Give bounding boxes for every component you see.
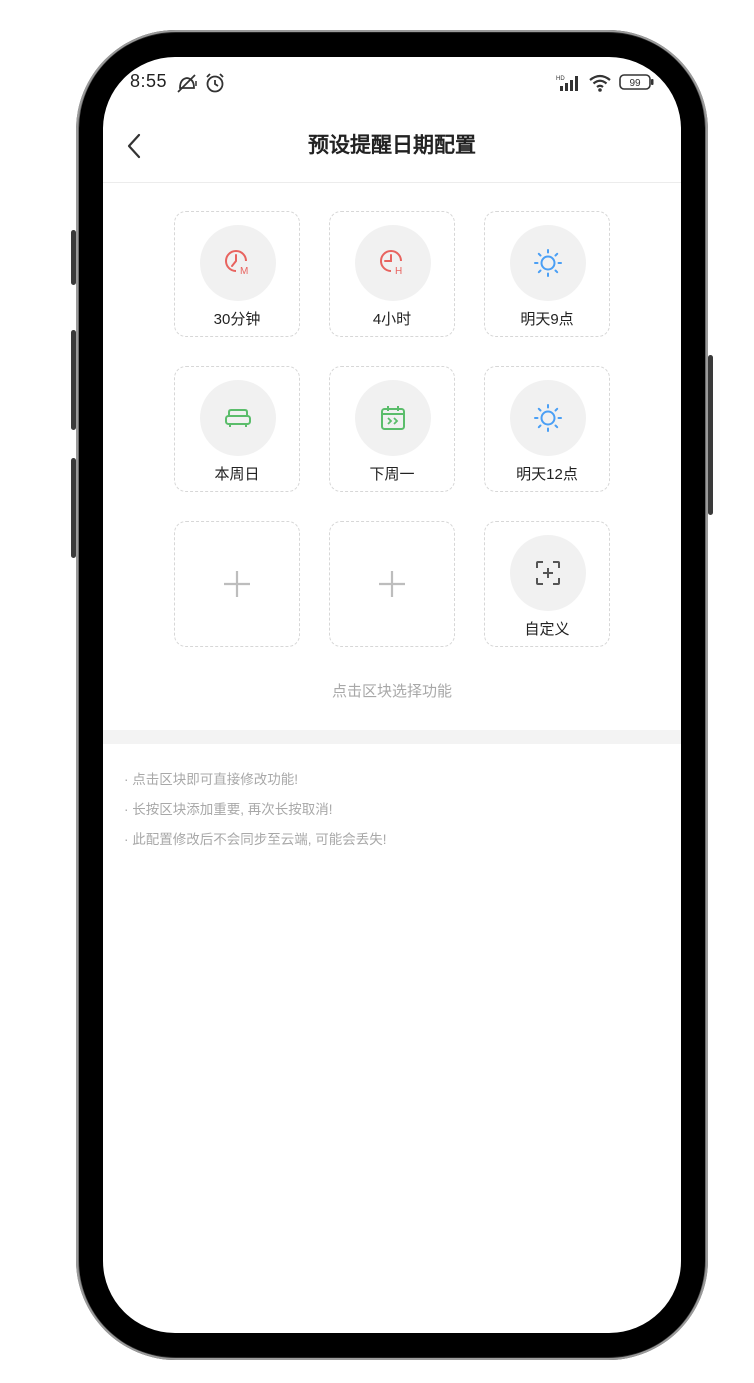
status-time: 8:55 — [130, 71, 168, 91]
calendar-next-icon — [381, 406, 405, 430]
add-frame-icon — [536, 561, 560, 585]
tile-tomorrow-12[interactable]: 明天12点 — [484, 366, 610, 492]
tile-icon-circle: H — [355, 225, 431, 301]
tile-icon-circle: M — [200, 225, 276, 301]
tile-label: 下周一 — [369, 466, 415, 483]
tile-icon-circle — [200, 380, 276, 456]
note-item: · 长按区块添加重要, 再次长按取消! — [124, 802, 333, 817]
tile-label: 明天12点 — [516, 466, 578, 483]
tile-label: 4小时 — [372, 311, 412, 328]
tile-4hours[interactable]: H 4小时 — [329, 211, 455, 337]
sun-icon — [534, 404, 562, 432]
svg-text:M: M — [240, 266, 248, 277]
svg-text:H: H — [395, 266, 402, 277]
tile-label: 本周日 — [214, 466, 260, 483]
tile-empty-1[interactable] — [174, 521, 300, 647]
wifi-icon — [588, 73, 614, 97]
tile-30min[interactable]: M 30分钟 — [174, 211, 300, 337]
tile-next-monday[interactable]: 下周一 — [329, 366, 455, 492]
tile-icon-circle — [510, 535, 586, 611]
svg-text:HD: HD — [556, 76, 565, 82]
note-item: · 点击区块即可直接修改功能! — [124, 772, 298, 787]
plus-icon — [175, 522, 299, 646]
alarm-icon — [204, 72, 226, 98]
tile-this-sunday[interactable]: 本周日 — [174, 366, 300, 492]
select-hint: 点击区块选择功能 — [331, 683, 452, 700]
tile-tomorrow-9[interactable]: 明天9点 — [484, 211, 610, 337]
tile-empty-2[interactable] — [329, 521, 455, 647]
tile-icon-circle — [510, 225, 586, 301]
tile-icon-circle — [510, 380, 586, 456]
battery-level: 99 — [629, 78, 641, 89]
battery-icon: 99 — [619, 74, 655, 94]
note-item: · 此配置修改后不会同步至云端, 可能会丢失! — [124, 832, 387, 847]
clock-m-icon: M — [225, 250, 248, 277]
power-button — [708, 355, 713, 515]
page-title: 预设提醒日期配置 — [308, 134, 476, 157]
app-header: 预设提醒日期配置 — [103, 109, 681, 183]
tile-icon-circle — [355, 380, 431, 456]
tile-label: 30分钟 — [213, 311, 261, 328]
notes-list: · 点击区块即可直接修改功能! · 长按区块添加重要, 再次长按取消! · 此配… — [124, 765, 387, 855]
signal-icon: HD — [556, 74, 582, 96]
tile-label: 自定义 — [524, 621, 570, 638]
volume-button-up — [71, 330, 76, 430]
tile-custom[interactable]: 自定义 — [484, 521, 610, 647]
clock-h-icon: H — [380, 250, 402, 277]
volume-button-down — [71, 458, 76, 558]
mute-icon — [175, 72, 199, 98]
volume-button-top — [71, 230, 76, 285]
tile-label: 明天9点 — [520, 311, 574, 328]
plus-icon — [330, 522, 454, 646]
sun-icon — [534, 249, 562, 277]
status-bar: 8:55 HD 99 — [103, 57, 681, 109]
sofa-icon — [225, 409, 251, 427]
section-divider — [103, 730, 681, 744]
app-screen: 8:55 HD 99 预设提醒日期配置 M 30分钟 H 4小时 明天9点 本周… — [103, 57, 681, 1333]
